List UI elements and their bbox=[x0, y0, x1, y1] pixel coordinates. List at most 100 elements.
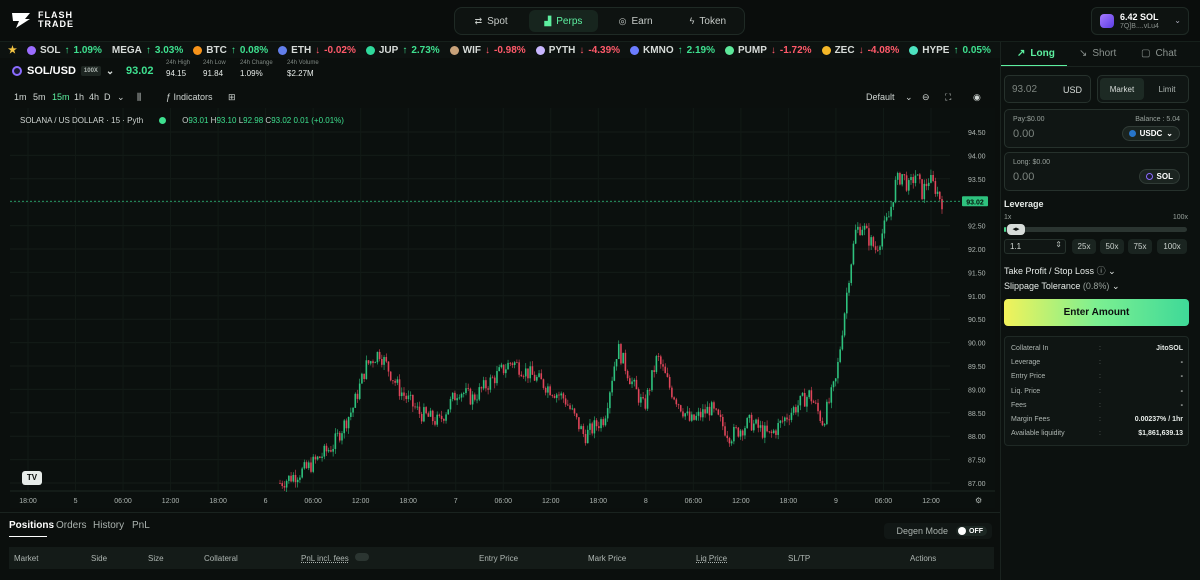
pay-token-select[interactable]: USDC ⌄ bbox=[1121, 126, 1180, 141]
tab-history[interactable]: History bbox=[93, 520, 124, 531]
order-type-limit[interactable]: Limit bbox=[1146, 78, 1188, 100]
slippage-toggle[interactable]: Slippage Tolerance (0.8%) ⌄ bbox=[1004, 281, 1119, 292]
candle-up bbox=[609, 392, 611, 409]
tab-long[interactable]: ↗ Long bbox=[1017, 48, 1055, 59]
candle-down bbox=[925, 183, 928, 187]
candle-up bbox=[589, 423, 591, 430]
stepper-icon[interactable]: ⇕ bbox=[1055, 240, 1062, 249]
zoom-icon[interactable]: ⊖ bbox=[922, 92, 930, 103]
order-type-market[interactable]: Market bbox=[1100, 78, 1144, 100]
x-tick-label: 9 bbox=[834, 498, 838, 505]
x-tick-label: 18:00 bbox=[399, 498, 417, 505]
tab-spot[interactable]: ⇄ Spot bbox=[457, 10, 525, 32]
tab-pnl[interactable]: PnL bbox=[132, 520, 150, 531]
chart-canvas[interactable]: 94.5094.0093.5093.0092.5092.0091.5091.00… bbox=[10, 108, 995, 508]
chevron-down-icon: ⌄ bbox=[105, 65, 115, 77]
candle-down bbox=[810, 390, 813, 402]
tab-perps[interactable]: ▟ Perps bbox=[529, 10, 598, 32]
candle-down bbox=[624, 352, 627, 371]
tab-chat[interactable]: ▢ Chat bbox=[1141, 48, 1177, 59]
tf-4h[interactable]: 4h bbox=[89, 92, 99, 102]
candle-down bbox=[544, 387, 547, 393]
tab-short[interactable]: ↘ Short bbox=[1079, 48, 1116, 59]
tf-1h[interactable]: 1h bbox=[74, 92, 84, 102]
tf-5m[interactable]: 5m bbox=[33, 92, 46, 102]
leverage-75x-button[interactable]: 75x bbox=[1128, 239, 1152, 254]
indicators-button[interactable]: ƒ Indicators bbox=[166, 92, 213, 102]
leverage-100x-button[interactable]: 100x bbox=[1157, 239, 1187, 254]
ticker-item-btc[interactable]: BTC ↑ 0.08% bbox=[193, 45, 268, 56]
chart-legend: SOLANA / US DOLLAR · 15 · Pyth O93.01 H9… bbox=[20, 116, 344, 125]
wallet-button[interactable]: 6.42 SOL 7Q]B....vLu4 ⌄ bbox=[1091, 7, 1189, 35]
jup-token-icon bbox=[365, 45, 375, 55]
market-selector[interactable]: SOL/USD 100X ⌄ bbox=[12, 65, 114, 77]
chevron-down-icon[interactable]: ⌄ bbox=[117, 92, 125, 103]
x-tick-label: 5 bbox=[74, 498, 78, 505]
leverage-25x-button[interactable]: 25x bbox=[1072, 239, 1096, 254]
tab-positions[interactable]: Positions bbox=[9, 520, 54, 531]
eye-icon[interactable]: ◉ bbox=[973, 92, 981, 103]
long-token-select[interactable]: SOL bbox=[1138, 169, 1180, 184]
pay-input-box[interactable]: Pay:$0.00 Balance : 5.04 0.00 USDC ⌄ bbox=[1004, 109, 1189, 148]
candle-up bbox=[369, 361, 372, 364]
price-input[interactable]: 93.02 USD bbox=[1004, 75, 1091, 103]
tab-earn[interactable]: ◎ Earn bbox=[602, 10, 670, 32]
candle-up bbox=[604, 418, 607, 426]
fullscreen-icon[interactable]: ⛶ bbox=[945, 92, 951, 103]
brand-logo[interactable]: FLASH TRADE bbox=[10, 11, 74, 29]
legend-dot-icon bbox=[159, 117, 167, 124]
candle-down bbox=[859, 226, 861, 236]
candle-type-icon[interactable]: ⫼ bbox=[137, 92, 141, 103]
pnl-fees-toggle[interactable] bbox=[355, 553, 369, 561]
ticker-item-wif[interactable]: WIF ↓ -0.98% bbox=[449, 45, 526, 56]
candle-down bbox=[367, 360, 370, 364]
summary-row: Entry Price: - bbox=[1011, 373, 1183, 385]
degen-mode-toggle[interactable]: OFF bbox=[956, 526, 987, 536]
enter-amount-button[interactable]: Enter Amount bbox=[1004, 299, 1189, 326]
summary-separator: : bbox=[1099, 401, 1101, 409]
candle-up bbox=[343, 420, 346, 434]
leverage-slider-handle[interactable]: ◂▸ bbox=[1007, 224, 1025, 235]
ticker-item-kmno[interactable]: KMNO ↑ 2.19% bbox=[630, 45, 715, 56]
tpsl-toggle[interactable]: Take Profit / Stop Loss ⓘ ⌄ bbox=[1004, 264, 1116, 277]
tradingview-logo-icon[interactable]: TV bbox=[22, 471, 42, 485]
tf-15m[interactable]: 15m bbox=[52, 92, 70, 102]
leverage-slider[interactable]: ◂▸ bbox=[1004, 224, 1187, 235]
layout-select[interactable]: Default ⌄ bbox=[866, 92, 913, 103]
ticker-item-mega[interactable]: MEGA ↑ 3.03% bbox=[112, 45, 183, 56]
ticker-item-pyth[interactable]: PYTH ↓ -4.39% bbox=[535, 45, 620, 56]
ticker-item-jup[interactable]: JUP ↑ 2.73% bbox=[365, 45, 440, 56]
candle-down bbox=[666, 373, 669, 377]
leverage-50x-button[interactable]: 50x bbox=[1100, 239, 1124, 254]
summary-label: Margin Fees bbox=[1011, 416, 1050, 423]
price-chart[interactable]: 94.5094.0093.5093.0092.5092.0091.5091.00… bbox=[10, 108, 995, 508]
top-nav: FLASH TRADE ⇄ Spot ▟ Perps ◎ Earn ϟ Token 6.4… bbox=[0, 0, 1200, 42]
candle-down bbox=[741, 430, 744, 436]
tf-d[interactable]: D bbox=[104, 92, 111, 102]
candle-up bbox=[837, 361, 839, 379]
tab-token[interactable]: ϟ Token bbox=[674, 10, 742, 32]
tab-orders[interactable]: Orders bbox=[56, 520, 87, 531]
candle-up bbox=[478, 387, 481, 400]
candle-up bbox=[841, 335, 844, 350]
templates-icon[interactable]: ⊞ bbox=[228, 92, 236, 103]
ticker-item-zec[interactable]: ZEC ↓ -4.08% bbox=[821, 45, 899, 56]
tf-1m[interactable]: 1m bbox=[14, 92, 27, 102]
candle-down bbox=[657, 356, 660, 357]
candle-down bbox=[717, 409, 720, 415]
star-icon[interactable]: ★ bbox=[8, 45, 17, 56]
candle-down bbox=[412, 394, 414, 407]
long-output-box[interactable]: Long: $0.00 0.00 SOL bbox=[1004, 152, 1189, 191]
candle-down bbox=[294, 474, 297, 483]
ticker-symbol: KMNO bbox=[643, 44, 674, 56]
leverage-input[interactable]: 1.1 ⇕ bbox=[1004, 239, 1066, 254]
candle-down bbox=[766, 425, 768, 432]
ticker-item-eth[interactable]: ETH ↓ -0.02% bbox=[278, 45, 356, 56]
candle-down bbox=[491, 377, 494, 379]
ticker-item-pump[interactable]: PUMP ↓ -1.72% bbox=[724, 45, 812, 56]
candle-down bbox=[290, 475, 292, 482]
y-tick-label: 88.00 bbox=[968, 434, 986, 441]
ticker-item-hype[interactable]: HYPE ↑ 0.05% bbox=[909, 45, 991, 56]
arrow-up-icon: ↑ bbox=[145, 44, 151, 56]
ticker-item-sol[interactable]: SOL ↑ 1.09% bbox=[26, 45, 102, 56]
